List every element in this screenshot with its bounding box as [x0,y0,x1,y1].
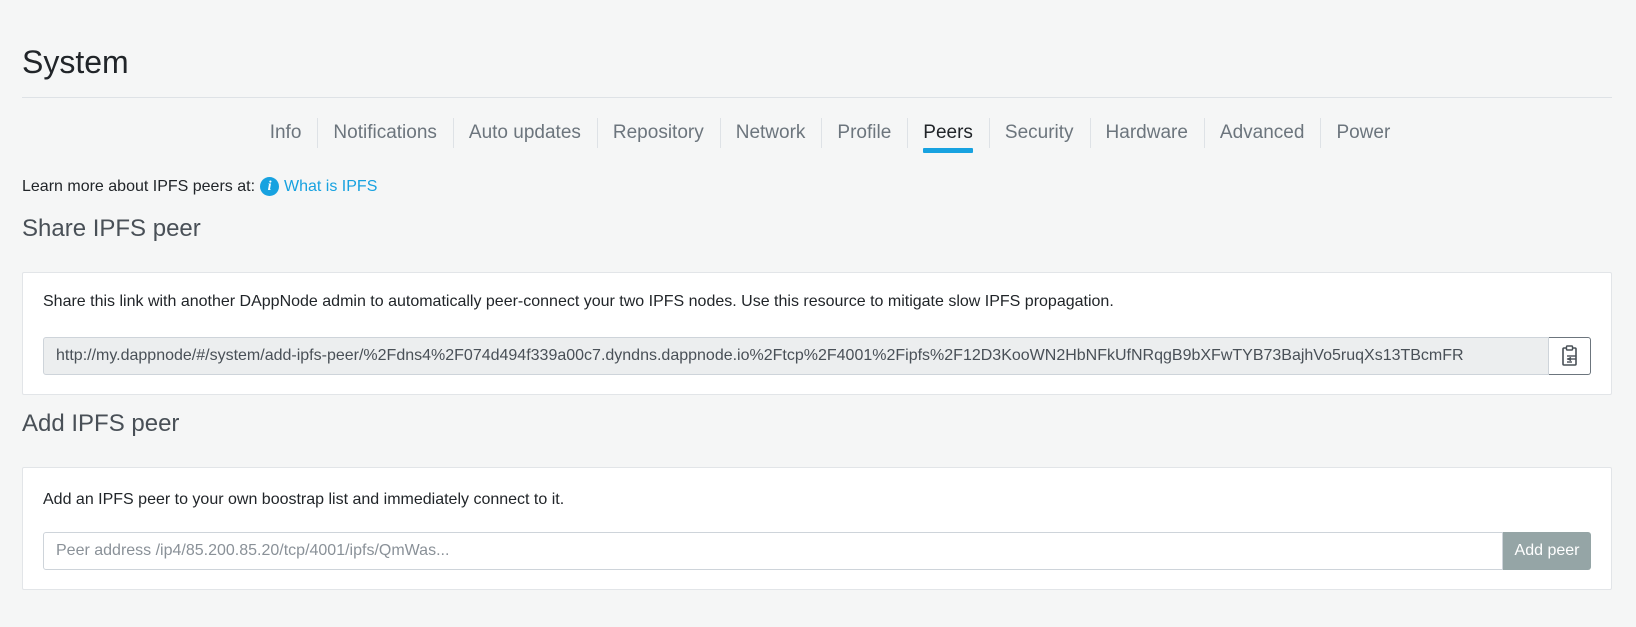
copy-link-button[interactable] [1549,337,1591,375]
tab-label: Info [269,122,302,143]
tab-hardware[interactable]: Hardware [1089,108,1204,154]
tab-label: Power [1336,122,1391,143]
tab-label: Advanced [1219,122,1305,143]
share-section-title: Share IPFS peer [22,215,201,242]
share-peer-card: Share this link with another DAppNode ad… [22,272,1612,395]
tab-label: Peers [923,122,973,143]
system-page: System Info Notifications Auto updates R… [0,0,1636,627]
tab-network[interactable]: Network [719,108,822,154]
tab-info[interactable]: Info [254,108,318,154]
tab-label: Notifications [333,122,437,143]
learn-more-line: Learn more about IPFS peers at: i What i… [22,177,377,196]
tab-advanced[interactable]: Advanced [1203,108,1321,154]
tab-label: Hardware [1105,122,1188,143]
what-is-ipfs-link[interactable]: What is IPFS [284,178,377,196]
tab-peers[interactable]: Peers [907,108,989,154]
share-description: Share this link with another DAppNode ad… [43,293,1114,310]
tab-repository[interactable]: Repository [596,108,720,154]
tab-auto-updates[interactable]: Auto updates [452,108,597,154]
share-link-field[interactable] [43,337,1549,375]
tab-label: Network [735,122,806,143]
learn-more-text: Learn more about IPFS peers at: [22,177,256,195]
add-section-title: Add IPFS peer [22,410,180,437]
tab-notifications[interactable]: Notifications [317,108,453,154]
add-peer-button[interactable]: Add peer [1503,532,1591,570]
peer-address-input[interactable] [43,532,1503,570]
info-icon[interactable]: i [260,177,280,196]
active-tab-indicator [923,148,973,153]
title-divider [22,97,1612,98]
share-link-group [43,337,1591,375]
add-peer-card: Add an IPFS peer to your own boostrap li… [22,467,1612,590]
clipboard-icon [1561,345,1577,366]
tab-label: Security [1004,122,1074,143]
page-title: System [22,44,129,80]
tab-security[interactable]: Security [988,108,1090,154]
tab-profile[interactable]: Profile [821,108,907,154]
tab-label: Repository [612,122,704,143]
tab-label: Profile [837,122,892,143]
add-peer-group: Add peer [43,532,1591,570]
system-tabs: Info Notifications Auto updates Reposito… [0,108,1636,154]
tab-label: Auto updates [468,122,581,143]
add-description: Add an IPFS peer to your own boostrap li… [43,491,565,508]
tab-power[interactable]: Power [1320,108,1406,154]
